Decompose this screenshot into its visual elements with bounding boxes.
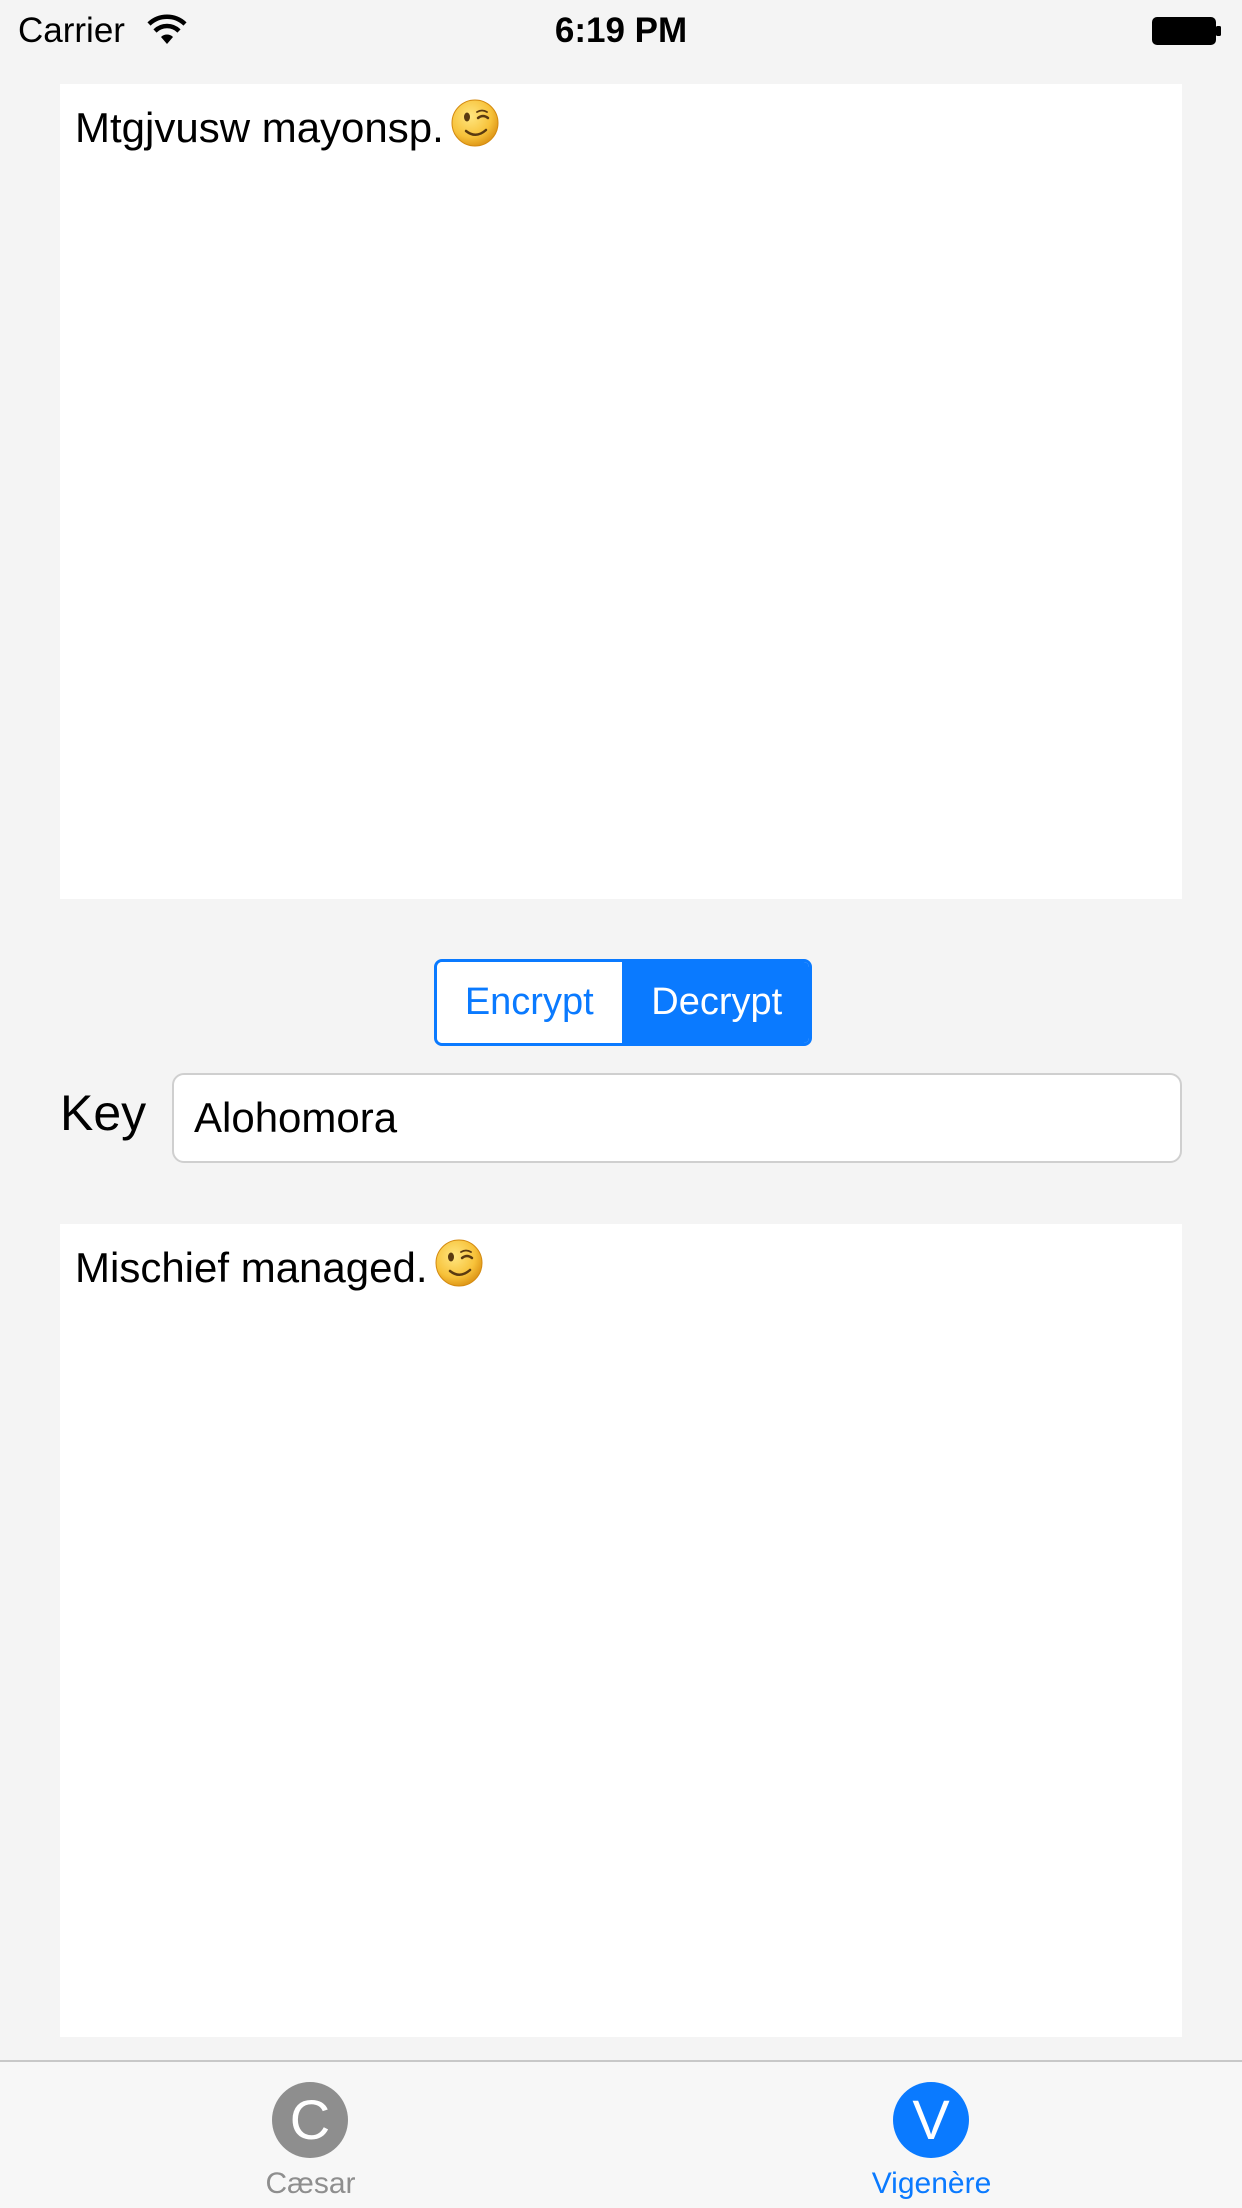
status-bar: Carrier 6:19 PM bbox=[0, 0, 1242, 62]
tab-bar: C Cæsar V Vigenère bbox=[0, 2060, 1242, 2208]
tab-caesar[interactable]: C Cæsar bbox=[0, 2062, 621, 2208]
vigenere-v-icon: V bbox=[893, 2082, 969, 2158]
encrypt-segment[interactable]: Encrypt bbox=[437, 962, 625, 1043]
status-time: 6:19 PM bbox=[554, 11, 688, 50]
tab-caesar-label: Cæsar bbox=[265, 2167, 356, 2200]
decrypt-segment[interactable]: Decrypt bbox=[624, 962, 809, 1043]
output-text: Mischief managed. bbox=[75, 1244, 428, 1291]
winking-face-emoji-icon bbox=[451, 99, 499, 147]
caesar-c-icon: C bbox=[272, 2082, 348, 2158]
encrypt-decrypt-segmented-control: Encrypt Decrypt bbox=[434, 959, 812, 1046]
input-text: Mtgjvusw mayonsp. bbox=[75, 104, 444, 151]
screen: Carrier 6:19 PM Mtgjvusw mayonsp. Encryp… bbox=[0, 0, 1242, 2208]
key-label: Key bbox=[60, 1085, 147, 1141]
tab-vigenere-label: Vigenère bbox=[871, 2167, 992, 2200]
key-input[interactable] bbox=[172, 1073, 1182, 1163]
battery-icon bbox=[1152, 17, 1221, 45]
input-text-area[interactable]: Mtgjvusw mayonsp. bbox=[60, 84, 1182, 899]
winking-face-emoji-icon bbox=[435, 1239, 483, 1287]
tab-vigenere[interactable]: V Vigenère bbox=[621, 2062, 1242, 2208]
output-text-area[interactable]: Mischief managed. bbox=[60, 1224, 1182, 2037]
